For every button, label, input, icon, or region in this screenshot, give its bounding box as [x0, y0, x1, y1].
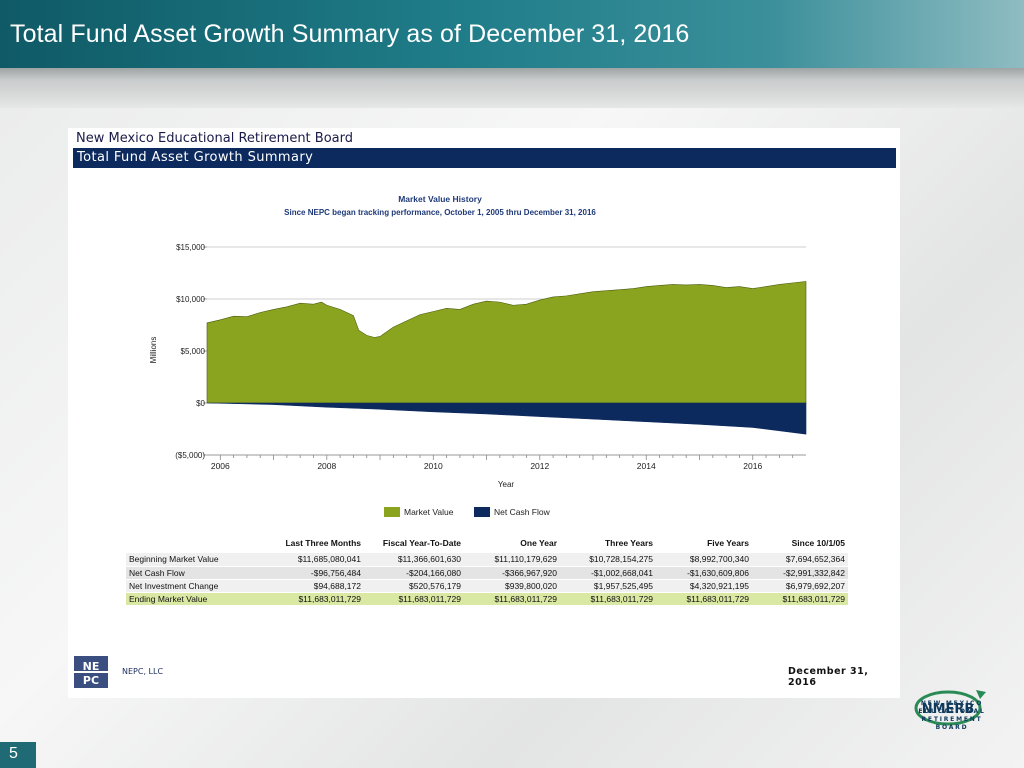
table-cell: -$204,166,080 [364, 566, 464, 580]
table-header-cell: One Year [520, 538, 557, 548]
table-cell: $11,683,011,729 [656, 592, 752, 606]
table-header-row: Last Three Months Fiscal Year-To-Date On… [126, 538, 848, 553]
series-area-net-cash-flow [206, 402, 807, 435]
table-cell: Net Investment Change [126, 579, 276, 593]
market-value-chart: Market Value History Since NEPC began tr… [149, 194, 807, 517]
x-tick-label: 2008 [317, 461, 336, 471]
svg-text:PC: PC [83, 674, 99, 687]
table-cell: -$366,967,920 [464, 566, 560, 580]
table-cell: $520,576,179 [364, 579, 464, 593]
table-row: Ending Market Value $11,683,011,729 $11,… [126, 592, 848, 606]
slide-title: Total Fund Asset Growth Summary as of De… [10, 20, 690, 48]
area-layer [206, 281, 807, 435]
y-axis-label: Millions [149, 337, 158, 364]
nmerb-name: NEW MEXICO EDUCATIONAL RETIREMENT BOARD [918, 700, 986, 731]
table-row: Net Cash Flow -$96,756,484 -$204,166,080… [126, 566, 848, 580]
legend-swatch [474, 507, 490, 517]
chart-title: Market Value History [398, 194, 482, 204]
y-tick-label: $15,000 [176, 243, 205, 252]
x-tick-label: 2010 [424, 461, 443, 471]
y-tick-label: $0 [196, 399, 205, 408]
table-cell: -$96,756,484 [276, 566, 364, 580]
table-cell: $1,957,525,495 [560, 579, 656, 593]
page-number-box: 5 [0, 742, 36, 768]
y-tick-label: ($5,000) [175, 451, 205, 460]
chart-legend: Market Value Net Cash Flow [384, 507, 551, 517]
nepc-logo: NE PC [74, 656, 108, 688]
footer-company: NEPC, LLC [122, 667, 164, 676]
report-panel: New Mexico Educational Retirement Board … [68, 128, 900, 698]
x-tick-label: 2014 [637, 461, 656, 471]
slide-title-bar: Total Fund Asset Growth Summary as of De… [0, 0, 1024, 68]
table-cell: $94,688,172 [276, 579, 364, 593]
table-cell: -$1,002,668,041 [560, 566, 656, 580]
table-cell: $7,694,652,364 [752, 553, 848, 567]
table-cell: Beginning Market Value [126, 553, 276, 567]
y-tick-label: $10,000 [176, 295, 205, 304]
y-tick-label: $5,000 [181, 347, 206, 356]
table-cell: $939,800,020 [464, 579, 560, 593]
page-number: 5 [9, 745, 18, 762]
x-tick-label: 2012 [530, 461, 549, 471]
x-axis-label: Year [498, 480, 515, 489]
table-row: Beginning Market Value $11,685,080,041 $… [126, 553, 848, 567]
table-cell: $11,685,080,041 [276, 553, 364, 567]
table-cell: $11,110,179,629 [464, 553, 560, 567]
table-cell: -$2,991,332,842 [752, 566, 848, 580]
table-cell: $10,728,154,275 [560, 553, 656, 567]
footer-date: December 31, 2016 [788, 666, 869, 688]
table-header-cell: Fiscal Year-To-Date [382, 538, 461, 548]
asset-growth-table: Last Three Months Fiscal Year-To-Date On… [126, 538, 848, 606]
table-cell: Ending Market Value [126, 592, 276, 606]
table-cell: -$1,630,609,806 [656, 566, 752, 580]
table-cell: $11,683,011,729 [464, 592, 560, 606]
table-cell: $4,320,921,195 [656, 579, 752, 593]
legend-label: Market Value [404, 507, 454, 517]
table-cell: $11,683,011,729 [752, 592, 848, 606]
legend-swatch [384, 507, 400, 517]
x-tick-label: 2016 [743, 461, 762, 471]
x-tick-label: 2006 [211, 461, 230, 471]
table-header-cell: Five Years [707, 538, 749, 548]
series-area-market-value [206, 281, 807, 404]
table-header-cell: Three Years [604, 538, 653, 548]
table-cell: Net Cash Flow [126, 566, 276, 580]
legend-label: Net Cash Flow [494, 507, 551, 517]
table-header-cell [126, 538, 276, 553]
title-shadow [0, 68, 1024, 108]
table-cell: $11,683,011,729 [560, 592, 656, 606]
table-row: Net Investment Change $94,688,172 $520,5… [126, 579, 848, 593]
table-cell: $6,979,692,207 [752, 579, 848, 593]
table-cell: $11,683,011,729 [364, 592, 464, 606]
table-cell: $11,683,011,729 [276, 592, 364, 606]
table-cell: $11,366,601,630 [364, 553, 464, 567]
table-header-cell: Last Three Months [285, 538, 361, 548]
table-cell: $8,992,700,340 [656, 553, 752, 567]
chart-subtitle: Since NEPC began tracking performance, O… [284, 208, 596, 217]
nepc-logo-icon: NE PC [74, 656, 108, 688]
table-header-cell: Since 10/1/05 [791, 538, 845, 548]
